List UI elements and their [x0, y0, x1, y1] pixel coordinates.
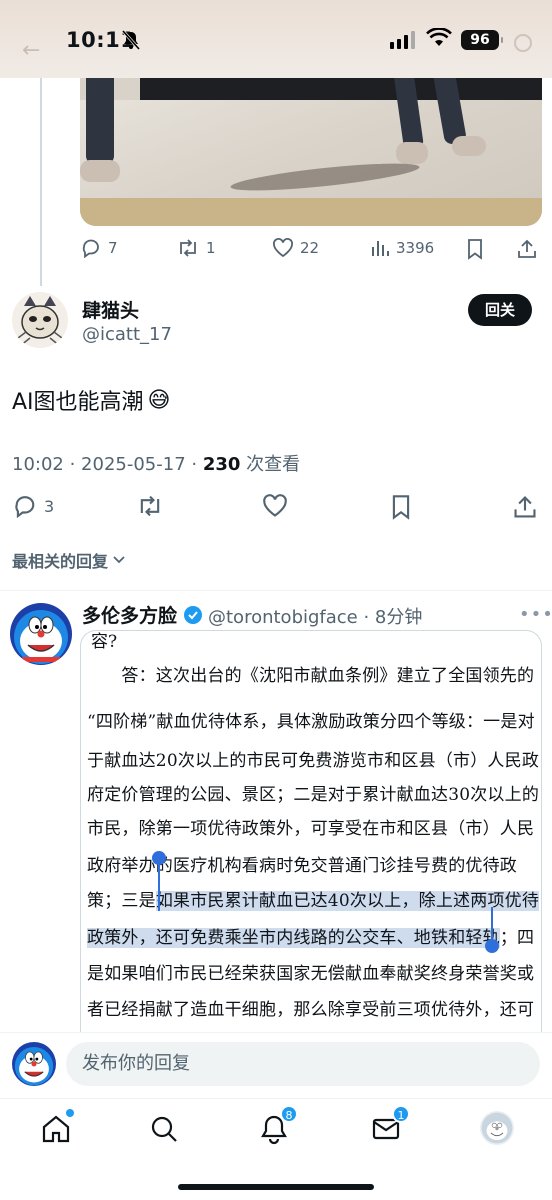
selection-end-handle[interactable]	[485, 939, 499, 953]
more-icon[interactable]: •••	[519, 604, 552, 625]
views-action[interactable]: 3396	[370, 238, 434, 258]
tweet-meta: 10:02 · 2025-05-17 · 230 次查看	[12, 450, 300, 476]
reply-author-handle-time[interactable]: @torontobigface · 8分钟	[208, 603, 422, 629]
repost-icon	[140, 495, 160, 517]
doc-text: ；四	[499, 928, 535, 948]
repost-action[interactable]: 1	[176, 238, 216, 258]
main-like-action[interactable]	[262, 494, 288, 518]
doc-line-selected-start: 策；三是如果市民累计献血已达40次以上，除上述两项优待	[87, 886, 540, 911]
nav-profile[interactable]	[480, 1111, 514, 1145]
nav-notifications[interactable]: 8	[258, 1105, 298, 1145]
mute-bell-icon	[122, 30, 140, 50]
repost-count: 1	[206, 239, 216, 257]
share-icon	[514, 496, 536, 518]
bookmark-action[interactable]	[466, 238, 484, 260]
doc-line: 市民，除第一项优待政策外，可享受在市和区县（市）人民	[87, 819, 535, 839]
like-icon	[273, 238, 293, 258]
nav-search[interactable]	[148, 1113, 180, 1145]
repost-icon	[180, 239, 196, 257]
reply-count: 7	[108, 239, 118, 257]
chevron-down-icon	[113, 556, 125, 564]
media-shoe-left	[80, 160, 120, 182]
main-repost-action[interactable]	[136, 494, 164, 518]
home-indicator	[178, 1184, 374, 1190]
reply-input[interactable]: 发布你的回复	[66, 1042, 540, 1086]
media-shoe-right-a	[396, 142, 428, 164]
tweet-timestamp: 10:02 · 2025-05-17 ·	[12, 454, 203, 475]
profile-icon	[481, 1112, 513, 1144]
view-label: 次查看	[240, 454, 301, 475]
bookmark-icon	[392, 495, 410, 520]
home-icon	[42, 1115, 70, 1143]
status-bar: 10:11 96	[0, 0, 552, 80]
verified-icon	[184, 605, 203, 624]
doc-line: “四阶梯”献血优待体系，具体激励政策分四个等级：一是对	[87, 712, 535, 732]
reply-author-name-row[interactable]: 多伦多方脸	[82, 601, 203, 628]
home-unread-dot	[66, 1109, 74, 1117]
doraemon-avatar-image	[14, 1046, 54, 1086]
replies-sort-dropdown[interactable]: 最相关的回复	[12, 548, 126, 572]
doc-line-selected-end: 政策外，还可免费乘坐市内线路的公交车、地铁和轻轨；四	[87, 923, 534, 948]
section-divider	[0, 590, 552, 591]
bookmark-icon	[468, 239, 482, 260]
reply-author-name[interactable]: 多伦多方脸	[82, 601, 177, 628]
doc-fragment: 容?	[91, 632, 118, 652]
doc-text: 策；三是	[87, 891, 156, 911]
tweet-media-image[interactable]	[80, 60, 542, 226]
nav-home[interactable]	[40, 1109, 74, 1145]
reply-icon	[82, 239, 99, 258]
follow-back-button[interactable]: 回关	[468, 294, 532, 326]
notifications-badge: 8	[280, 1105, 298, 1123]
main-reply-count: 3	[44, 496, 55, 516]
reply-icon	[15, 496, 35, 518]
views-icon	[372, 241, 389, 256]
tweet-text: AI图也能高潮 😅	[12, 384, 170, 416]
media-shoe-right-b	[452, 136, 486, 156]
doc-line: 者已经捐献了造血干细胞，那么除享受前三项优待外，还可	[87, 1000, 535, 1020]
share-icon	[518, 239, 536, 258]
main-bookmark-action[interactable]	[390, 494, 412, 520]
tweet-text-content: AI图也能高潮	[12, 390, 144, 415]
share-action[interactable]	[516, 238, 538, 260]
reply-document-image[interactable]: 容? 答：这次出台的《沈阳市献血条例》建立了全国领先的 “四阶梯”献血优待体系，…	[80, 630, 542, 1032]
replies-sort-label: 最相关的回复	[12, 552, 109, 571]
like-count: 22	[300, 239, 320, 257]
battery-icon: 96	[461, 30, 503, 50]
view-count: 230	[202, 454, 241, 475]
cat-avatar-image	[17, 296, 63, 347]
author-avatar[interactable]	[12, 292, 68, 348]
selected-text: 如果市民累计献血已达40次以上，除上述两项优待	[155, 891, 540, 911]
like-icon	[263, 494, 287, 517]
doc-line: 府定价管理的公园、景区；二是对于累计献血达30次以上的	[87, 785, 540, 805]
wifi-icon	[426, 28, 452, 46]
doc-line: 是如果咱们市民已经荣获国家无偿献血奉献奖终身荣誉奖或	[87, 964, 535, 984]
author-handle[interactable]: @icatt_17	[82, 324, 172, 345]
main-share-action[interactable]	[512, 494, 538, 520]
media-curb	[80, 198, 542, 226]
author-display-name[interactable]: 肆猫头	[82, 296, 139, 323]
like-action[interactable]: 22	[272, 238, 319, 258]
reply-author-avatar[interactable]	[10, 603, 72, 665]
main-reply-action[interactable]: 3	[12, 494, 54, 518]
composer-avatar[interactable]	[12, 1042, 56, 1086]
reply-action[interactable]: 7	[80, 238, 118, 258]
views-count: 3396	[396, 239, 435, 257]
selection-start-pin	[158, 861, 160, 911]
grinning-sweat-emoji: 😅	[147, 387, 171, 413]
signal-icon	[390, 31, 415, 49]
doc-line: 于献血达20次以上的市民可免费游览市和区县（市）人民政	[87, 751, 540, 771]
search-icon	[151, 1116, 177, 1142]
selected-text: 政策外，还可免费乘坐市内线路的公交车、地铁和轻轨	[87, 928, 500, 948]
nav-messages[interactable]: 1	[370, 1105, 410, 1145]
doc-line: 答：这次出台的《沈阳市献血条例》建立了全国领先的	[87, 666, 535, 686]
doraemon-avatar-image	[14, 610, 68, 664]
messages-badge: 1	[392, 1105, 410, 1123]
